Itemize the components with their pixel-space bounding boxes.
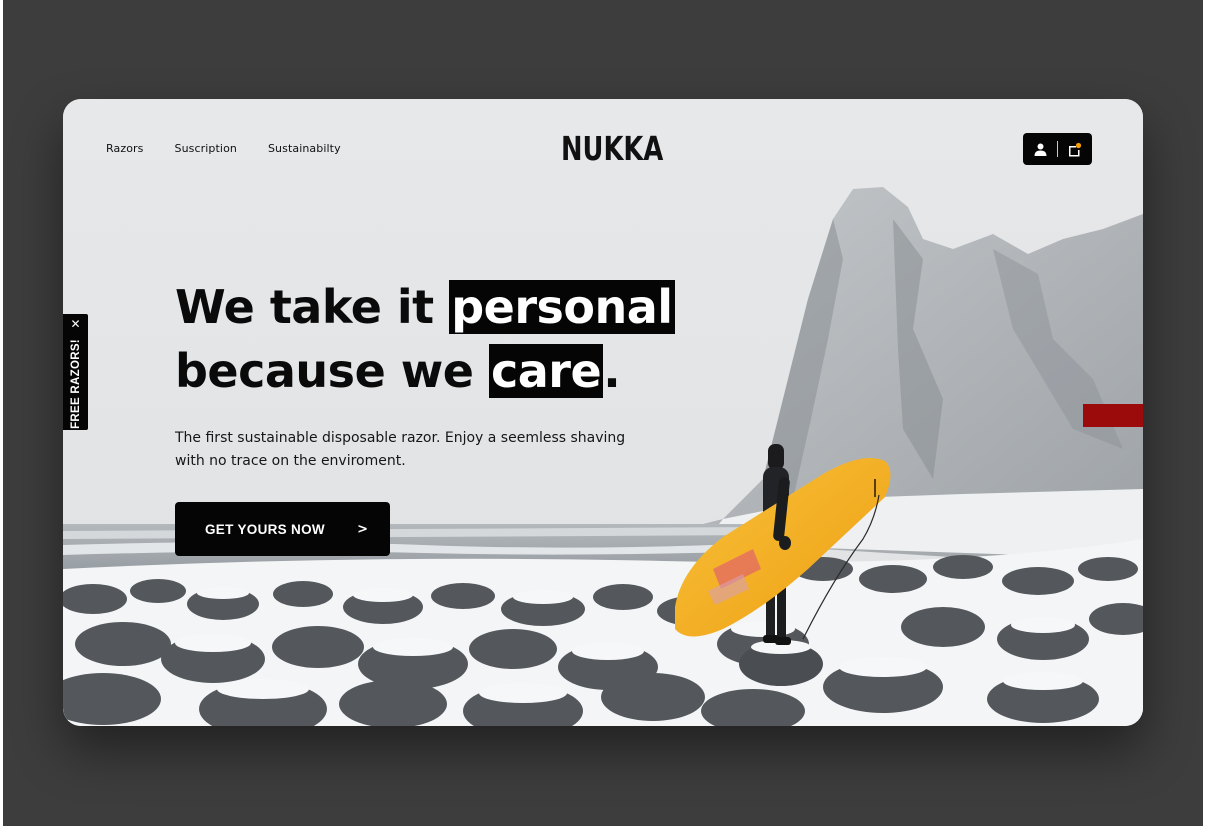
promo-label[interactable]: FREE RAZORS! (70, 339, 82, 429)
header-actions (1023, 133, 1092, 165)
get-yours-now-button[interactable]: GET YOURS NOW > (175, 502, 390, 556)
hero-card: Razors Suscription Sustainabilty NUKKA ✕… (63, 99, 1143, 726)
actions-divider (1057, 141, 1058, 157)
brand-logo[interactable]: NUKKA (561, 129, 663, 168)
headline-period: . (603, 344, 621, 398)
headline-line2-text: because we (175, 344, 489, 398)
nav-link-razors[interactable]: Razors (106, 142, 144, 155)
chevron-right-icon: > (357, 521, 368, 537)
nav-link-sustainability[interactable]: Sustainabilty (268, 142, 341, 155)
side-accent-tab[interactable] (1083, 404, 1143, 427)
notification-dot (1075, 142, 1082, 148)
free-razors-promo-tab[interactable]: ✕ FREE RAZORS! (63, 314, 88, 430)
nav-link-suscription[interactable]: Suscription (175, 142, 237, 155)
cart-icon[interactable] (1067, 142, 1082, 157)
close-icon[interactable]: ✕ (63, 316, 88, 332)
headline-line1-text: We take it (175, 280, 450, 334)
hero-headline: We take it personal because we care. (175, 275, 675, 403)
hero-background-photo (63, 99, 1143, 726)
hero-subtitle: The first sustainable disposable razor. … (175, 430, 626, 469)
cta-label: GET YOURS NOW (205, 521, 325, 537)
user-icon[interactable] (1033, 142, 1048, 157)
headline-highlight-personal: personal (449, 280, 675, 334)
main-navigation: Razors Suscription Sustainabilty (106, 142, 341, 155)
headline-highlight-care: care (488, 344, 604, 398)
